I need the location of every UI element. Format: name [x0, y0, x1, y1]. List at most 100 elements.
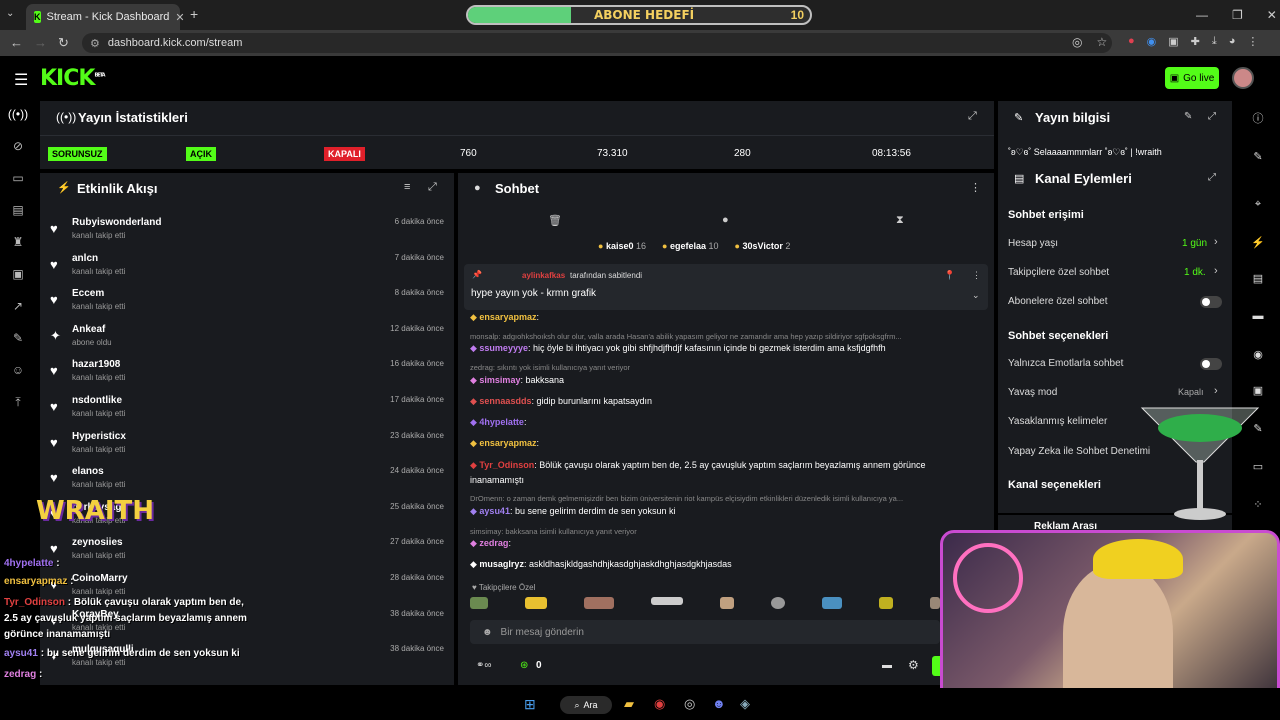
- target-icon[interactable]: ⌖: [1248, 194, 1268, 214]
- edit-pencil-icon[interactable]: ✎: [1184, 111, 1192, 122]
- event-item[interactable]: ♥ zeynosiies kanalı takip etti 27 dakika ön…: [50, 537, 450, 571]
- gifter[interactable]: ● 30sVictor 2: [735, 241, 791, 251]
- chevron-right-icon[interactable]: ›: [1214, 236, 1218, 248]
- link-icon[interactable]: ⊘: [8, 136, 28, 156]
- chat-username[interactable]: aysu41: [479, 506, 510, 516]
- close-window-icon[interactable]: ✕: [1267, 8, 1277, 22]
- chat-message[interactable]: ◆ ssumeyyye: hiç öyle bi ihtiyacı yok gi…: [470, 343, 886, 354]
- expand-icon[interactable]: ⤢: [428, 181, 437, 194]
- channel-points-icon[interactable]: ⊛: [520, 660, 528, 671]
- list-icon[interactable]: ▤: [1248, 268, 1268, 288]
- wrench-icon[interactable]: ✎: [8, 328, 28, 348]
- broadcast-icon[interactable]: ◉: [1248, 344, 1268, 364]
- downloads-icon[interactable]: ⤓: [1212, 35, 1217, 48]
- chat-username[interactable]: sennaasdds: [479, 396, 531, 406]
- hourglass-icon[interactable]: ⧗: [896, 214, 904, 227]
- event-item[interactable]: ♥ hazar1908 kanalı takip etti 16 dakika önc…: [50, 359, 450, 393]
- ai-moderation-label[interactable]: Yapay Zeka ile Sohbet Denetimi: [1008, 446, 1150, 457]
- lightning-icon[interactable]: ⚡: [1248, 232, 1268, 252]
- browser-tab[interactable]: K Stream - Kick Dashboard ✕: [26, 4, 185, 30]
- expand-icon[interactable]: ⤢: [1208, 172, 1216, 183]
- event-item[interactable]: ♥ anlcn kanalı takip etti 7 dakika önce: [50, 253, 450, 287]
- followers-chat-value[interactable]: 1 dk.: [1184, 267, 1206, 278]
- window-icon[interactable]: ▭: [1248, 456, 1268, 476]
- chevron-right-icon[interactable]: ›: [1214, 265, 1218, 277]
- stream-broadcast-icon[interactable]: ((•)): [8, 104, 28, 124]
- gifter[interactable]: ● kaise0 16: [598, 241, 646, 251]
- chat-username[interactable]: zedrag: [479, 538, 508, 548]
- panel-icon[interactable]: ▣: [1248, 380, 1268, 400]
- chat-reply-context[interactable]: zedrag: sıkıntı yok isimli kullanıcıya y…: [470, 362, 630, 372]
- trophy-icon[interactable]: ♜: [8, 232, 28, 252]
- unpin-icon[interactable]: 📍: [944, 270, 955, 281]
- gifter[interactable]: ● egefelaa 10: [662, 241, 719, 251]
- emote-icon[interactable]: [651, 597, 683, 605]
- eye-off-icon[interactable]: ◎: [1072, 35, 1082, 49]
- emote-icon[interactable]: [879, 597, 893, 609]
- extensions-puzzle-icon[interactable]: ✚: [1191, 35, 1200, 48]
- settings-gear-icon[interactable]: ⚙: [908, 658, 919, 672]
- chat-reply-context[interactable]: DrOmenn: o zaman demk gelmemişizdir ben …: [470, 493, 903, 503]
- emote-icon[interactable]: [584, 597, 614, 609]
- analytics-icon[interactable]: ▤: [8, 200, 28, 220]
- close-tab-icon[interactable]: ✕: [175, 11, 184, 24]
- chat-message[interactable]: ◆ 4hypelatte:: [470, 417, 526, 428]
- emote-bar[interactable]: [470, 597, 940, 613]
- windows-start-icon[interactable]: ⊞: [524, 696, 536, 713]
- obs-icon[interactable]: ◎: [684, 696, 695, 712]
- chat-message[interactable]: ◆ aysu41: bu sene gelirim derdim de sen …: [470, 506, 676, 517]
- trash-icon[interactable]: 🗑: [548, 214, 562, 227]
- emote-icon[interactable]: [930, 597, 940, 609]
- chat-bubble-icon[interactable]: ▬: [882, 660, 892, 671]
- minimize-icon[interactable]: —: [1196, 8, 1208, 22]
- address-bar[interactable]: ⚙ dashboard.kick.com/stream: [82, 33, 1112, 53]
- chat-username[interactable]: musaglryz: [479, 559, 524, 569]
- browser-window-icon[interactable]: ▭: [8, 168, 28, 188]
- chat-reply-context[interactable]: monsalp: adgıohkshoıksh olur olur, valla…: [470, 331, 902, 341]
- new-tab-icon[interactable]: +: [190, 6, 198, 22]
- chevron-down-icon[interactable]: ⌄: [972, 290, 980, 301]
- emote-icon[interactable]: [720, 597, 734, 609]
- emote-only-toggle[interactable]: [1200, 358, 1222, 370]
- chat-message[interactable]: ◆ zedrag:: [470, 538, 511, 549]
- chat-username[interactable]: Tyr_Odinson: [479, 460, 534, 470]
- chevron-right-icon[interactable]: ›: [1214, 385, 1218, 397]
- event-item[interactable]: ♥ Rubyiswonderland kanalı takip etti 6 daki…: [50, 217, 450, 251]
- extension-icon[interactable]: ●: [1128, 35, 1135, 48]
- video-icon[interactable]: ▣: [8, 264, 28, 284]
- chat-message[interactable]: ◆ ensaryapmaz:: [470, 312, 539, 323]
- chat-username[interactable]: 4hypelatte: [479, 417, 524, 427]
- chat-message[interactable]: ◆ musaglryz: askldhasjkldgashdhjkasdghja…: [470, 559, 732, 570]
- wrench-icon[interactable]: ✎: [1248, 418, 1268, 438]
- more-options-icon[interactable]: ⋮: [972, 270, 981, 281]
- extension-icon[interactable]: ▣: [1168, 35, 1178, 48]
- expand-icon[interactable]: ⤢: [968, 110, 977, 123]
- emoji-icon[interactable]: ☻: [482, 627, 493, 638]
- event-item[interactable]: ✦ Ankeaf abone oldu 12 dakika önce: [50, 324, 450, 358]
- more-icon[interactable]: ⁘: [1248, 494, 1268, 514]
- chat-username[interactable]: ensaryapmaz: [479, 438, 536, 448]
- account-age-value[interactable]: 1 gün: [1182, 238, 1207, 249]
- kick-logo[interactable]: KICKBETA: [40, 66, 106, 91]
- link-chain-icon[interactable]: ⚭∞: [476, 660, 492, 671]
- bookmark-star-icon[interactable]: ☆: [1096, 35, 1107, 49]
- emote-icon[interactable]: [525, 597, 547, 609]
- emote-icon[interactable]: [470, 597, 488, 609]
- users-icon[interactable]: ☺: [8, 360, 28, 380]
- slow-mode-value[interactable]: Kapalı: [1178, 387, 1204, 397]
- filter-icon[interactable]: ≡: [404, 181, 410, 193]
- file-explorer-icon[interactable]: ▰: [624, 696, 634, 712]
- menu-dots-icon[interactable]: ⋮: [1247, 35, 1258, 48]
- chrome-icon[interactable]: ◉: [654, 696, 665, 712]
- upload-icon[interactable]: ⤒: [8, 392, 28, 412]
- event-item[interactable]: ♥ Eccem kanalı takip etti 8 dakika önce: [50, 288, 450, 322]
- event-item[interactable]: ♥ nsdontlike kanalı takip etti 17 dakika ön…: [50, 395, 450, 429]
- expand-icon[interactable]: ⤢: [1208, 111, 1216, 122]
- tab-list-icon[interactable]: ⌄: [6, 8, 14, 19]
- reload-icon[interactable]: ↻: [58, 35, 69, 51]
- hamburger-menu-icon[interactable]: ☰: [14, 70, 28, 90]
- chat-message[interactable]: ◆ sennaasdds: gidip burunlarını kapatsay…: [470, 396, 652, 407]
- forward-icon[interactable]: →: [34, 35, 47, 50]
- chat-message[interactable]: ◆ Tyr_Odinson: Bölük çavuşu olarak yaptı…: [470, 460, 925, 471]
- emote-icon[interactable]: [822, 597, 842, 609]
